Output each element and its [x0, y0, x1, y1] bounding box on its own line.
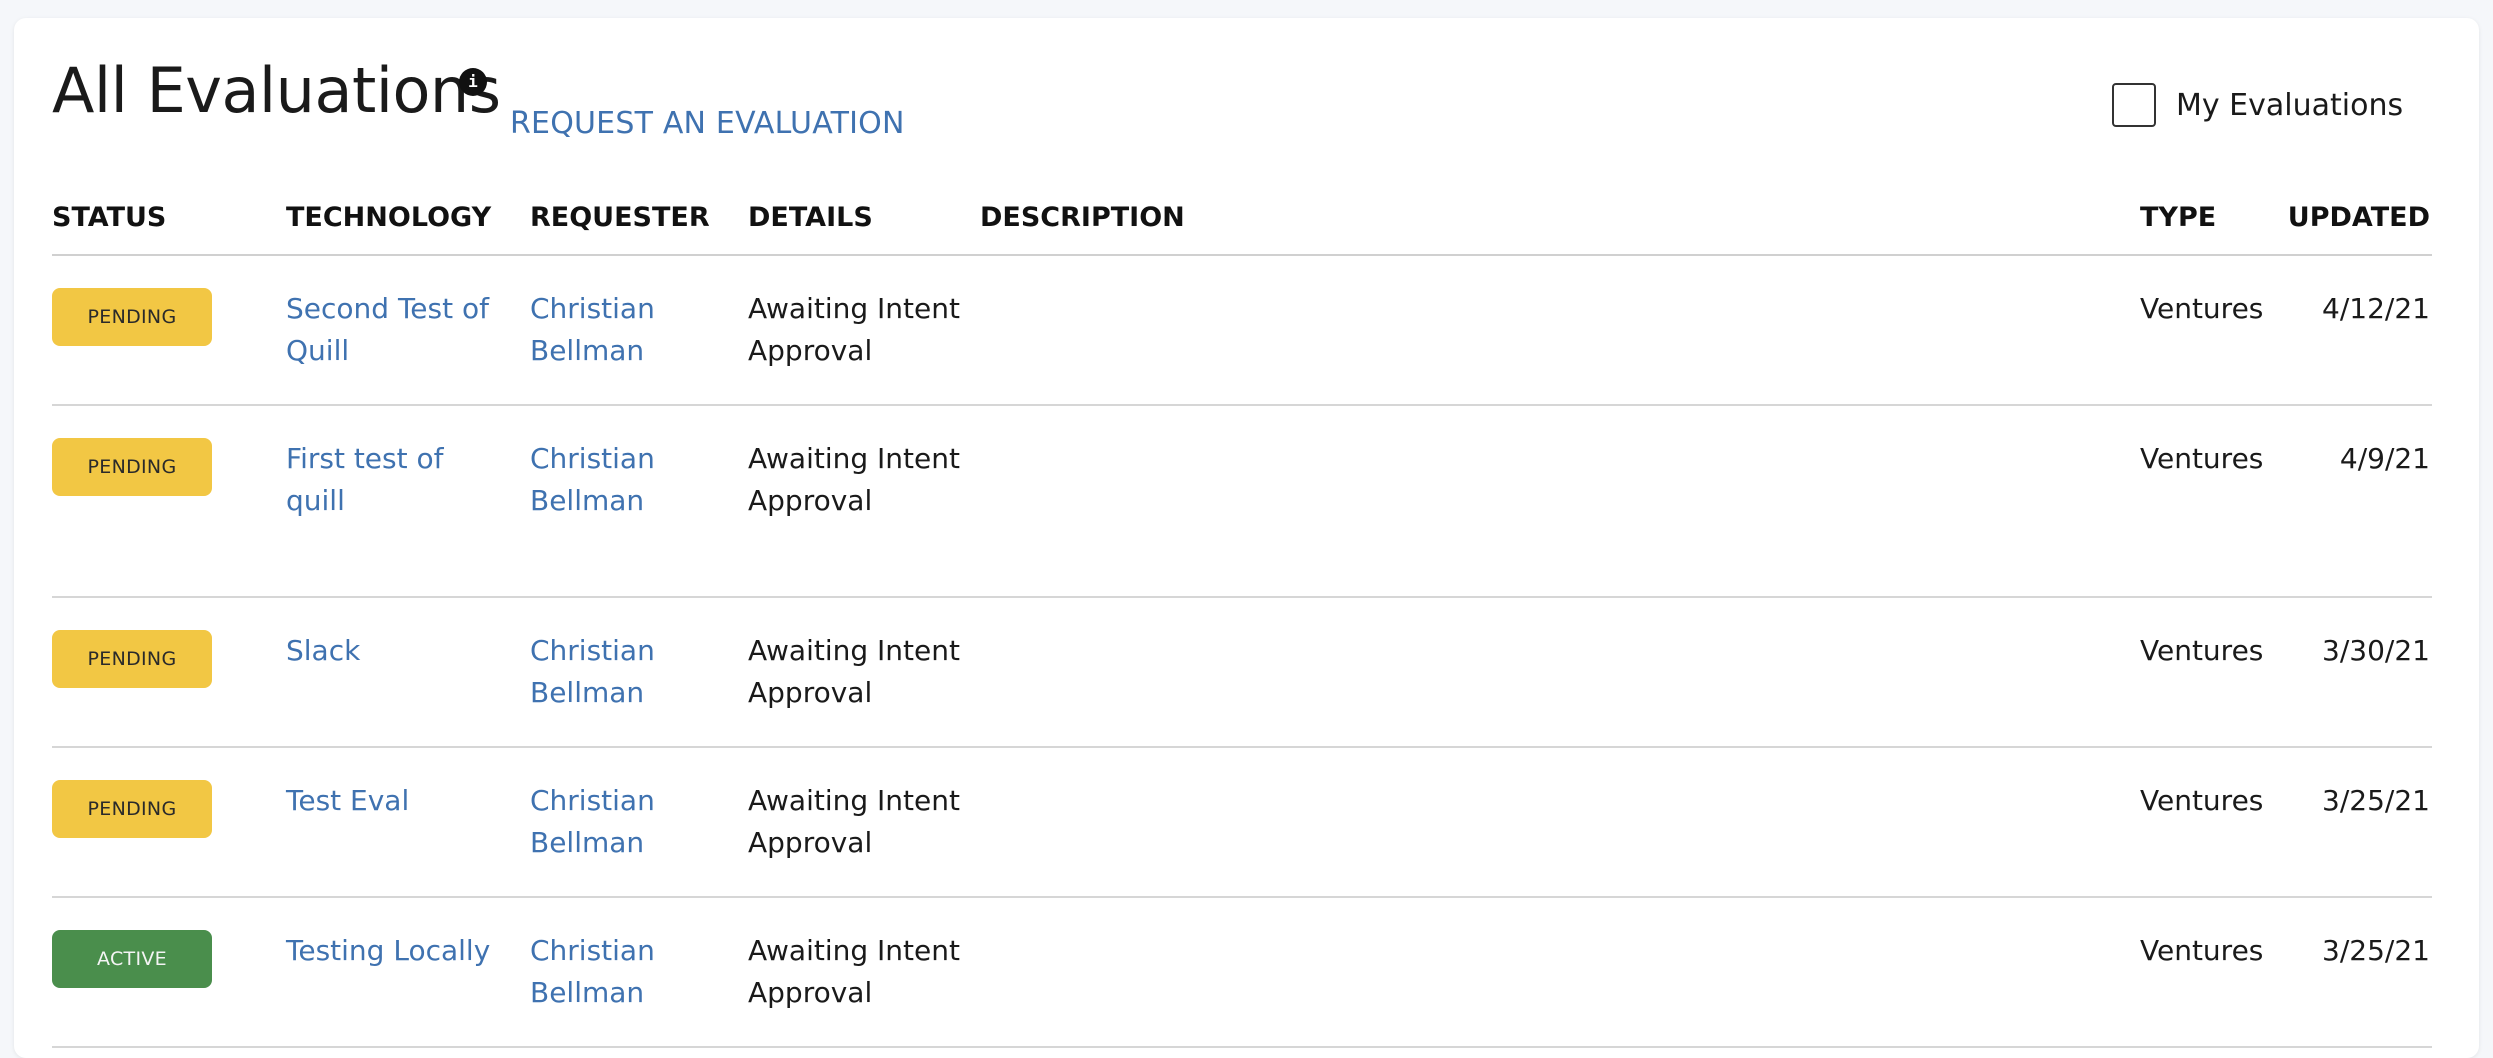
technology-link[interactable]: Test Eval [286, 780, 506, 822]
requester-link[interactable]: Christian Bellman [530, 930, 700, 1014]
type-text: Ventures [2140, 292, 2264, 325]
header-description[interactable]: DESCRIPTION [980, 202, 1185, 233]
status-badge: PENDING [52, 288, 212, 346]
type-text: Ventures [2140, 634, 2264, 667]
table-header: STATUS TECHNOLOGY REQUESTER DETAILS DESC… [52, 198, 2432, 256]
request-evaluation-link[interactable]: REQUEST AN EVALUATION [510, 106, 905, 141]
my-evaluations-label[interactable]: My Evaluations [2176, 88, 2403, 123]
updated-date: 4/9/21 [2339, 442, 2430, 475]
status-badge: ACTIVE [52, 930, 212, 988]
header-updated[interactable]: UPDATED [2288, 202, 2430, 233]
page-title: All Evaluations [52, 54, 501, 127]
technology-link[interactable]: Testing Locally [286, 930, 506, 972]
updated-date: 3/25/21 [2322, 934, 2430, 967]
type-text: Ventures [2140, 934, 2264, 967]
table-row[interactable]: PENDING Second Test of Quill Christian B… [52, 256, 2432, 406]
header-technology[interactable]: TECHNOLOGY [286, 202, 491, 233]
requester-link[interactable]: Christian Bellman [530, 288, 700, 372]
my-evaluations-checkbox[interactable] [2112, 83, 2156, 127]
details-text: Awaiting Intent Approval [748, 784, 960, 859]
header-status[interactable]: STATUS [52, 202, 166, 233]
evaluations-card: All Evaluations i REQUEST AN EVALUATION … [14, 18, 2479, 1058]
updated-date: 3/30/21 [2322, 634, 2430, 667]
updated-date: 3/25/21 [2322, 784, 2430, 817]
table-row[interactable]: PENDING Slack Christian Bellman Awaiting… [52, 598, 2432, 748]
requester-link[interactable]: Christian Bellman [530, 438, 700, 522]
status-badge: PENDING [52, 780, 212, 838]
technology-link[interactable]: Slack [286, 630, 506, 672]
my-evaluations-filter[interactable]: My Evaluations [2112, 83, 2403, 127]
header-type[interactable]: TYPE [2140, 202, 2216, 233]
details-text: Awaiting Intent Approval [748, 292, 960, 367]
table-row[interactable]: ACTIVE Testing Locally Christian Bellman… [52, 898, 2432, 1048]
type-text: Ventures [2140, 784, 2264, 817]
requester-link[interactable]: Christian Bellman [530, 630, 700, 714]
header-details[interactable]: DETAILS [748, 202, 873, 233]
header-requester[interactable]: REQUESTER [530, 202, 710, 233]
details-text: Awaiting Intent Approval [748, 934, 960, 1009]
technology-link[interactable]: First test of quill [286, 438, 506, 522]
details-text: Awaiting Intent Approval [748, 634, 960, 709]
table-row[interactable]: PENDING Test Eval Christian Bellman Awai… [52, 748, 2432, 898]
updated-date: 4/12/21 [2322, 292, 2430, 325]
requester-link[interactable]: Christian Bellman [530, 780, 700, 864]
table-row[interactable]: PENDING First test of quill Christian Be… [52, 406, 2432, 598]
details-text: Awaiting Intent Approval [748, 442, 960, 517]
info-icon[interactable]: i [459, 68, 487, 96]
status-badge: PENDING [52, 630, 212, 688]
status-badge: PENDING [52, 438, 212, 496]
technology-link[interactable]: Second Test of Quill [286, 288, 506, 372]
type-text: Ventures [2140, 442, 2264, 475]
